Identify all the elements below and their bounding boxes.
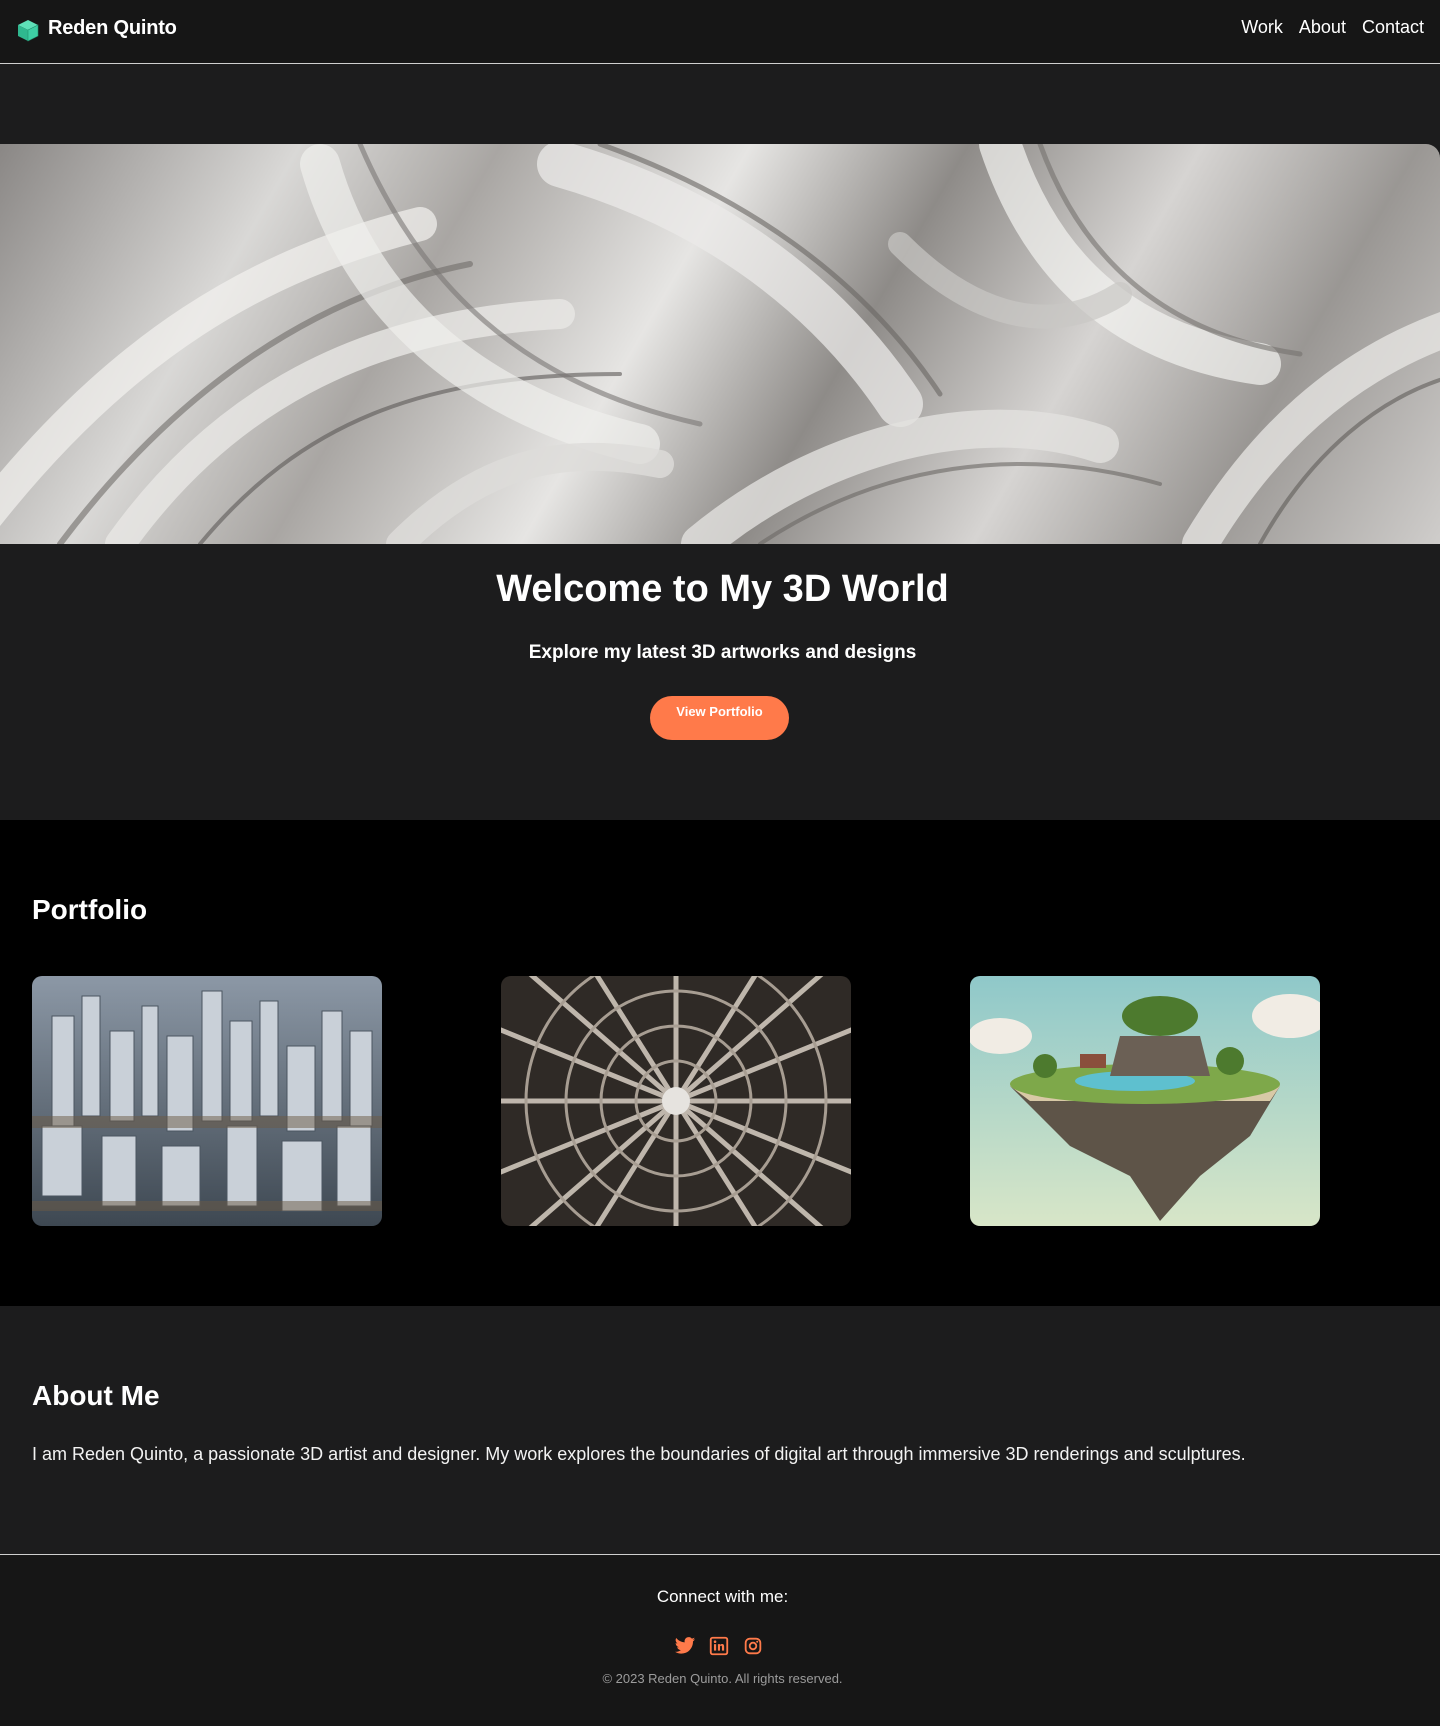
floating-island-image: [970, 976, 1320, 1226]
portfolio-title: Portfolio: [32, 894, 148, 925]
nav-link-about[interactable]: About: [1299, 17, 1346, 38]
instagram-link[interactable]: [742, 1635, 764, 1657]
hero-banner-image: [0, 144, 1440, 544]
twitter-link[interactable]: [674, 1635, 696, 1657]
about-section: About Me I am Reden Quinto, a passionate…: [0, 1306, 1440, 1554]
about-title: About Me: [32, 1380, 160, 1411]
copyright-text: © 2023 Reden Quinto. All rights reserved…: [602, 1671, 843, 1686]
portfolio-item-island[interactable]: [970, 976, 1320, 1226]
nav-link-work[interactable]: Work: [1241, 17, 1283, 38]
lattice-sculpture-image: [501, 976, 851, 1226]
site-footer: Connect with me: © 2023 Reden Quinto. Al…: [0, 1554, 1440, 1726]
connect-label: Connect with me:: [656, 1587, 789, 1606]
hero-subtitle: Explore my latest 3D artworks and design…: [528, 642, 917, 663]
cube-icon: [18, 20, 39, 42]
portfolio-section: Portfolio: [0, 820, 1440, 1306]
site-header: Reden Quinto Work About Contact: [0, 0, 1440, 64]
view-portfolio-button[interactable]: View Portfolio: [650, 696, 789, 740]
brand[interactable]: Reden Quinto: [16, 15, 177, 42]
portfolio-item-city[interactable]: [32, 976, 382, 1226]
linkedin-link[interactable]: [708, 1635, 730, 1657]
main-nav: Work About Contact: [1225, 17, 1424, 38]
instagram-icon: [744, 1637, 762, 1655]
city-render-image: [32, 976, 382, 1226]
linkedin-icon: [709, 1636, 729, 1656]
hero-title: Welcome to My 3D World: [496, 568, 949, 610]
twitter-icon: [674, 1637, 696, 1654]
social-links: [674, 1635, 776, 1657]
about-text: I am Reden Quinto, a passionate 3D artis…: [32, 1444, 1246, 1464]
nav-link-contact[interactable]: Contact: [1362, 17, 1424, 38]
portfolio-item-lattice[interactable]: [501, 976, 851, 1226]
brand-name: Reden Quinto: [48, 17, 177, 39]
